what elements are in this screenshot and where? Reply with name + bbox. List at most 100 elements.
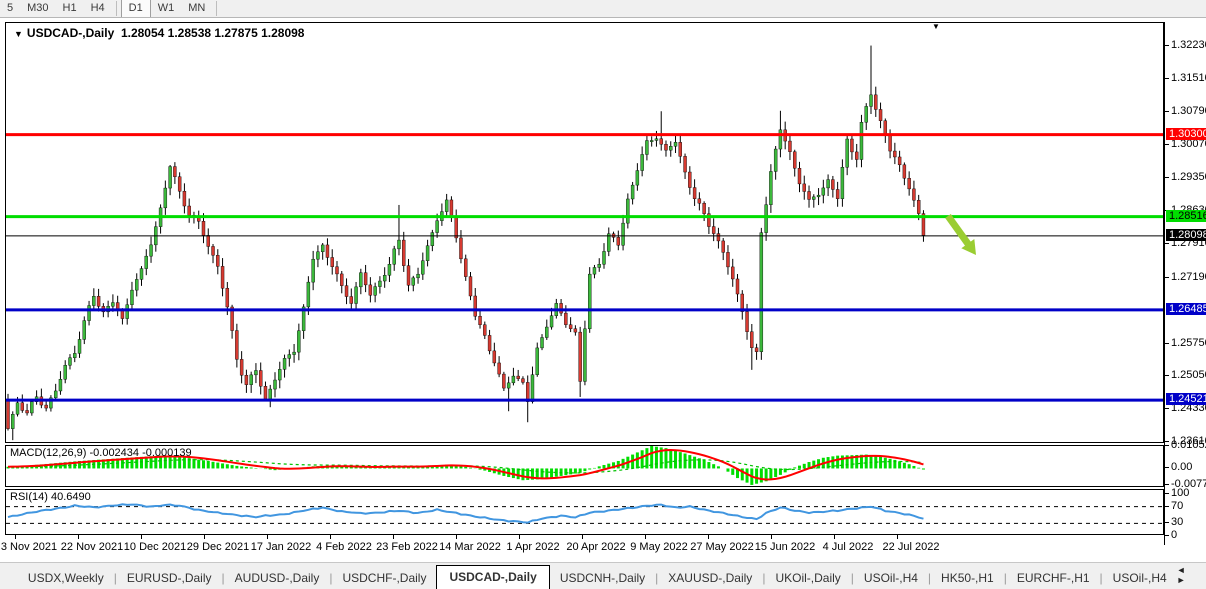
- timeframe-button-5[interactable]: 5: [0, 0, 20, 17]
- rsi-axis-tick: [1165, 506, 1169, 507]
- time-tick: [330, 535, 331, 539]
- time-tick: [897, 535, 898, 539]
- price-level-badge: 1.28516: [1166, 210, 1206, 222]
- chart-shift-marker-icon[interactable]: ▼: [932, 22, 940, 31]
- time-tick-label: 22 Nov 2021: [61, 541, 123, 553]
- time-tick-label: 17 Jan 2022: [251, 541, 312, 553]
- price-level-badge: 1.26485: [1166, 303, 1206, 315]
- price-tick: [1165, 144, 1169, 145]
- rsi-label: RSI(14) 40.6490: [10, 491, 91, 503]
- time-tick: [204, 535, 205, 539]
- price-axis[interactable]: 1.322301.315101.307901.300701.293501.286…: [1164, 22, 1206, 545]
- time-tick: [708, 535, 709, 539]
- candlestick-chart[interactable]: [6, 23, 1163, 442]
- macd-pane[interactable]: MACD(12,26,9) -0.002434 -0.000139: [5, 445, 1164, 487]
- macd-values: -0.002434 -0.000139: [89, 447, 191, 459]
- time-tick-label: 10 Dec 2021: [124, 541, 186, 553]
- price-tick-label: 1.30790: [1171, 105, 1206, 117]
- timeframe-button-m30[interactable]: M30: [20, 0, 55, 17]
- rsi-axis-label: 30: [1171, 516, 1183, 528]
- tab-scroll-arrows[interactable]: ◄ ►: [1177, 561, 1206, 589]
- symbol-tab-xauusd-daily[interactable]: XAUUSD-,Daily: [658, 567, 762, 589]
- price-level-badge: 1.28098: [1166, 229, 1206, 241]
- time-tick-label: 4 Feb 2022: [316, 541, 372, 553]
- timeframe-toolbar: 5M30H1H4 D1W1MN: [0, 0, 1206, 18]
- time-tick-label: 22 Jul 2022: [883, 541, 940, 553]
- symbol-tab-bar: USDX,Weekly|EURUSD-,Daily|AUDUSD-,Daily|…: [0, 562, 1206, 589]
- time-tick-label: 14 Mar 2022: [439, 541, 501, 553]
- toolbar-separator: [216, 1, 217, 16]
- time-tick-label: 1 Apr 2022: [506, 541, 559, 553]
- time-tick-label: 29 Dec 2021: [187, 541, 249, 553]
- price-tick: [1165, 78, 1169, 79]
- symbol-tab-usdchf-daily[interactable]: USDCHF-,Daily: [332, 567, 436, 589]
- time-tick: [834, 535, 835, 539]
- macd-axis-tick: [1165, 445, 1169, 446]
- symbol-tab-eurchf-h1[interactable]: EURCHF-,H1: [1007, 567, 1100, 589]
- timeframe-button-w1[interactable]: W1: [151, 0, 182, 17]
- rsi-plot: [6, 490, 1163, 534]
- price-tick-label: 1.27190: [1171, 271, 1206, 283]
- symbol-tab-eurusd-daily[interactable]: EURUSD-,Daily: [117, 567, 222, 589]
- rsi-axis-tick: [1165, 493, 1169, 494]
- symbol-dropdown-icon[interactable]: ▼: [14, 29, 23, 39]
- symbol-tab-usoil-h4[interactable]: USOil-,H4: [1103, 567, 1177, 589]
- price-tick-label: 1.25750: [1171, 337, 1206, 349]
- symbol-tab-audusd-daily[interactable]: AUDUSD-,Daily: [225, 567, 330, 589]
- price-tick-label: 1.25050: [1171, 369, 1206, 381]
- time-tick-label: 20 Apr 2022: [566, 541, 625, 553]
- rsi-axis-tick: [1165, 535, 1169, 536]
- price-tick-label: 1.30070: [1171, 138, 1206, 150]
- rsi-axis-label: 70: [1171, 500, 1183, 512]
- time-tick: [15, 535, 16, 539]
- rsi-axis-tick: [1165, 522, 1169, 523]
- rsi-axis-label: 0: [1171, 529, 1177, 541]
- time-tick: [393, 535, 394, 539]
- price-tick: [1165, 277, 1169, 278]
- rsi-pane[interactable]: RSI(14) 40.6490: [5, 489, 1164, 535]
- price-tick: [1165, 111, 1169, 112]
- time-axis[interactable]: 3 Nov 202122 Nov 202110 Dec 202129 Dec 2…: [5, 535, 1164, 559]
- price-level-badge: 1.30300: [1166, 128, 1206, 140]
- price-tick: [1165, 45, 1169, 46]
- timeframe-button-h4[interactable]: H4: [84, 0, 112, 17]
- time-tick-label: 15 Jun 2022: [755, 541, 816, 553]
- rsi-axis-label: 100: [1171, 487, 1189, 499]
- time-tick: [141, 535, 142, 539]
- timeframe-button-d1[interactable]: D1: [121, 0, 151, 17]
- price-tick: [1165, 343, 1169, 344]
- timeframe-button-mn[interactable]: MN: [181, 0, 212, 17]
- chart-title: ▼USDCAD-,Daily 1.28054 1.28538 1.27875 1…: [14, 26, 304, 40]
- macd-axis-tick: [1165, 467, 1169, 468]
- main-chart-pane[interactable]: ▼USDCAD-,Daily 1.28054 1.28538 1.27875 1…: [5, 22, 1164, 443]
- trading-app-window: 5M30H1H4 D1W1MN ▼USDCAD-,Daily 1.28054 1.…: [0, 0, 1206, 589]
- symbol-tab-ukoil-daily[interactable]: UKOil-,Daily: [765, 567, 850, 589]
- time-tick-label: 27 May 2022: [690, 541, 754, 553]
- time-tick: [645, 535, 646, 539]
- price-tick-label: 1.32230: [1171, 39, 1206, 51]
- symbol-tab-usdx-weekly[interactable]: USDX,Weekly: [18, 567, 114, 589]
- time-tick: [582, 535, 583, 539]
- price-level-badge: 1.24521: [1166, 393, 1206, 405]
- price-tick-label: 1.31510: [1171, 72, 1206, 84]
- time-tick-label: 9 May 2022: [630, 541, 687, 553]
- price-tick: [1165, 177, 1169, 178]
- toolbar-separator: [116, 1, 117, 16]
- time-tick-label: 23 Feb 2022: [376, 541, 438, 553]
- symbol-tab-hk50-h1[interactable]: HK50-,H1: [931, 567, 1004, 589]
- time-tick: [771, 535, 772, 539]
- time-tick-label: 3 Nov 2021: [1, 541, 57, 553]
- symbol-tab-usoil-h4[interactable]: USOil-,H4: [854, 567, 928, 589]
- price-tick: [1165, 408, 1169, 409]
- timeframe-button-h1[interactable]: H1: [56, 0, 84, 17]
- macd-axis-label: 0.01052: [1171, 439, 1206, 451]
- price-tick-label: 1.29350: [1171, 171, 1206, 183]
- symbol-tab-usdcnh-daily[interactable]: USDCNH-,Daily: [550, 567, 655, 589]
- macd-axis-tick: [1165, 484, 1169, 485]
- time-tick: [519, 535, 520, 539]
- time-tick: [78, 535, 79, 539]
- price-tick: [1165, 441, 1169, 442]
- macd-label: MACD(12,26,9) -0.002434 -0.000139: [10, 447, 192, 459]
- symbol-tab-usdcad-daily[interactable]: USDCAD-,Daily: [436, 565, 549, 589]
- price-tick: [1165, 243, 1169, 244]
